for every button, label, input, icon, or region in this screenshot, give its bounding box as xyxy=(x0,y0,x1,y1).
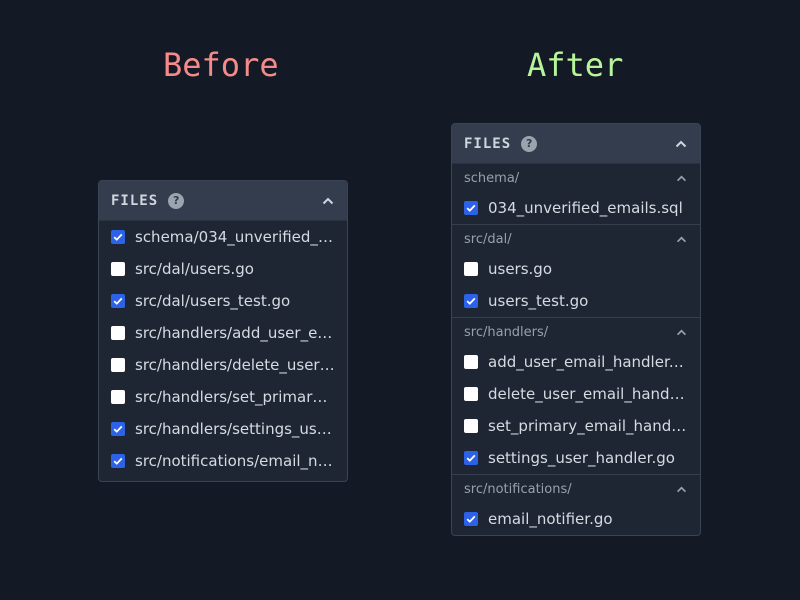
file-checkbox[interactable] xyxy=(111,422,125,436)
file-checkbox[interactable] xyxy=(464,512,478,526)
files-panel-header[interactable]: FILES ? xyxy=(452,124,700,164)
file-checkbox[interactable] xyxy=(111,294,125,308)
file-row[interactable]: schema/034_unverified_e... xyxy=(99,221,347,253)
folder-group: src/dal/users.go users_test.go xyxy=(452,224,700,317)
file-row[interactable]: delete_user_email_handler... xyxy=(452,378,700,410)
file-list: schema/034_unverified_e... src/dal/users.… xyxy=(99,221,347,481)
files-panel-before: FILES ? schema/034_unverified_e... src/da… xyxy=(98,180,348,482)
file-row[interactable]: set_primary_email_handler... xyxy=(452,410,700,442)
file-row[interactable]: add_user_email_handler.go xyxy=(452,346,700,378)
file-row[interactable]: src/dal/users.go xyxy=(99,253,347,285)
file-row[interactable]: users_test.go xyxy=(452,285,700,317)
folder-header[interactable]: src/handlers/ xyxy=(452,318,700,346)
file-name: users_test.go xyxy=(488,292,589,310)
help-icon[interactable]: ? xyxy=(168,192,185,209)
before-title: Before xyxy=(163,46,279,84)
file-name: schema/034_unverified_e... xyxy=(135,228,335,246)
folder-name: src/handlers/ xyxy=(464,324,549,340)
file-name: src/handlers/set_primary_... xyxy=(135,388,335,406)
chevron-up-icon[interactable] xyxy=(674,482,688,496)
file-name: src/dal/users_test.go xyxy=(135,292,291,310)
file-checkbox[interactable] xyxy=(464,387,478,401)
file-name: src/handlers/add_user_em... xyxy=(135,324,335,342)
file-row[interactable]: src/handlers/add_user_em... xyxy=(99,317,347,349)
file-name: settings_user_handler.go xyxy=(488,449,675,467)
file-checkbox[interactable] xyxy=(111,454,125,468)
file-checkbox[interactable] xyxy=(464,201,478,215)
file-name: src/dal/users.go xyxy=(135,260,254,278)
help-icon[interactable]: ? xyxy=(521,135,538,152)
files-panel-header[interactable]: FILES ? xyxy=(99,181,347,221)
files-panel-after: FILES ? schema/034_unverified_emails.sql… xyxy=(451,123,701,536)
file-row[interactable]: src/dal/users_test.go xyxy=(99,285,347,317)
chevron-up-icon[interactable] xyxy=(674,171,688,185)
file-name: users.go xyxy=(488,260,552,278)
folder-group: src/handlers/add_user_email_handler.gode… xyxy=(452,317,700,474)
file-name: src/notifications/email_not... xyxy=(135,452,335,470)
folder-name: src/dal/ xyxy=(464,231,512,247)
file-checkbox[interactable] xyxy=(111,262,125,276)
chevron-up-icon[interactable] xyxy=(321,194,335,208)
file-row[interactable]: settings_user_handler.go xyxy=(452,442,700,474)
folder-group: src/notifications/email_notifier.go xyxy=(452,474,700,535)
file-checkbox[interactable] xyxy=(464,419,478,433)
file-row[interactable]: users.go xyxy=(452,253,700,285)
file-checkbox[interactable] xyxy=(111,390,125,404)
file-checkbox[interactable] xyxy=(464,294,478,308)
folder-header[interactable]: src/notifications/ xyxy=(452,475,700,503)
file-name: 034_unverified_emails.sql xyxy=(488,199,683,217)
file-checkbox[interactable] xyxy=(111,326,125,340)
chevron-up-icon[interactable] xyxy=(674,325,688,339)
file-row[interactable]: src/handlers/set_primary_... xyxy=(99,381,347,413)
files-panel-label: FILES xyxy=(111,192,159,209)
file-row[interactable]: 034_unverified_emails.sql xyxy=(452,192,700,224)
file-name: src/handlers/delete_user_e... xyxy=(135,356,335,374)
files-panel-label: FILES xyxy=(464,135,512,152)
file-group-list: schema/034_unverified_emails.sql src/dal/… xyxy=(452,164,700,535)
file-checkbox[interactable] xyxy=(464,355,478,369)
file-row[interactable]: src/handlers/delete_user_e... xyxy=(99,349,347,381)
file-checkbox[interactable] xyxy=(464,262,478,276)
file-name: src/handlers/settings_user... xyxy=(135,420,335,438)
file-row[interactable]: src/handlers/settings_user... xyxy=(99,413,347,445)
after-title: After xyxy=(527,46,624,84)
folder-header[interactable]: schema/ xyxy=(452,164,700,192)
folder-group: schema/034_unverified_emails.sql xyxy=(452,164,700,224)
file-checkbox[interactable] xyxy=(464,451,478,465)
file-name: add_user_email_handler.go xyxy=(488,353,688,371)
file-name: set_primary_email_handler... xyxy=(488,417,688,435)
file-name: email_notifier.go xyxy=(488,510,613,528)
chevron-up-icon[interactable] xyxy=(674,232,688,246)
chevron-up-icon[interactable] xyxy=(674,137,688,151)
file-name: delete_user_email_handler... xyxy=(488,385,688,403)
folder-name: src/notifications/ xyxy=(464,481,572,497)
file-checkbox[interactable] xyxy=(111,230,125,244)
file-row[interactable]: src/notifications/email_not... xyxy=(99,445,347,477)
folder-header[interactable]: src/dal/ xyxy=(452,225,700,253)
folder-name: schema/ xyxy=(464,170,520,186)
file-checkbox[interactable] xyxy=(111,358,125,372)
file-row[interactable]: email_notifier.go xyxy=(452,503,700,535)
